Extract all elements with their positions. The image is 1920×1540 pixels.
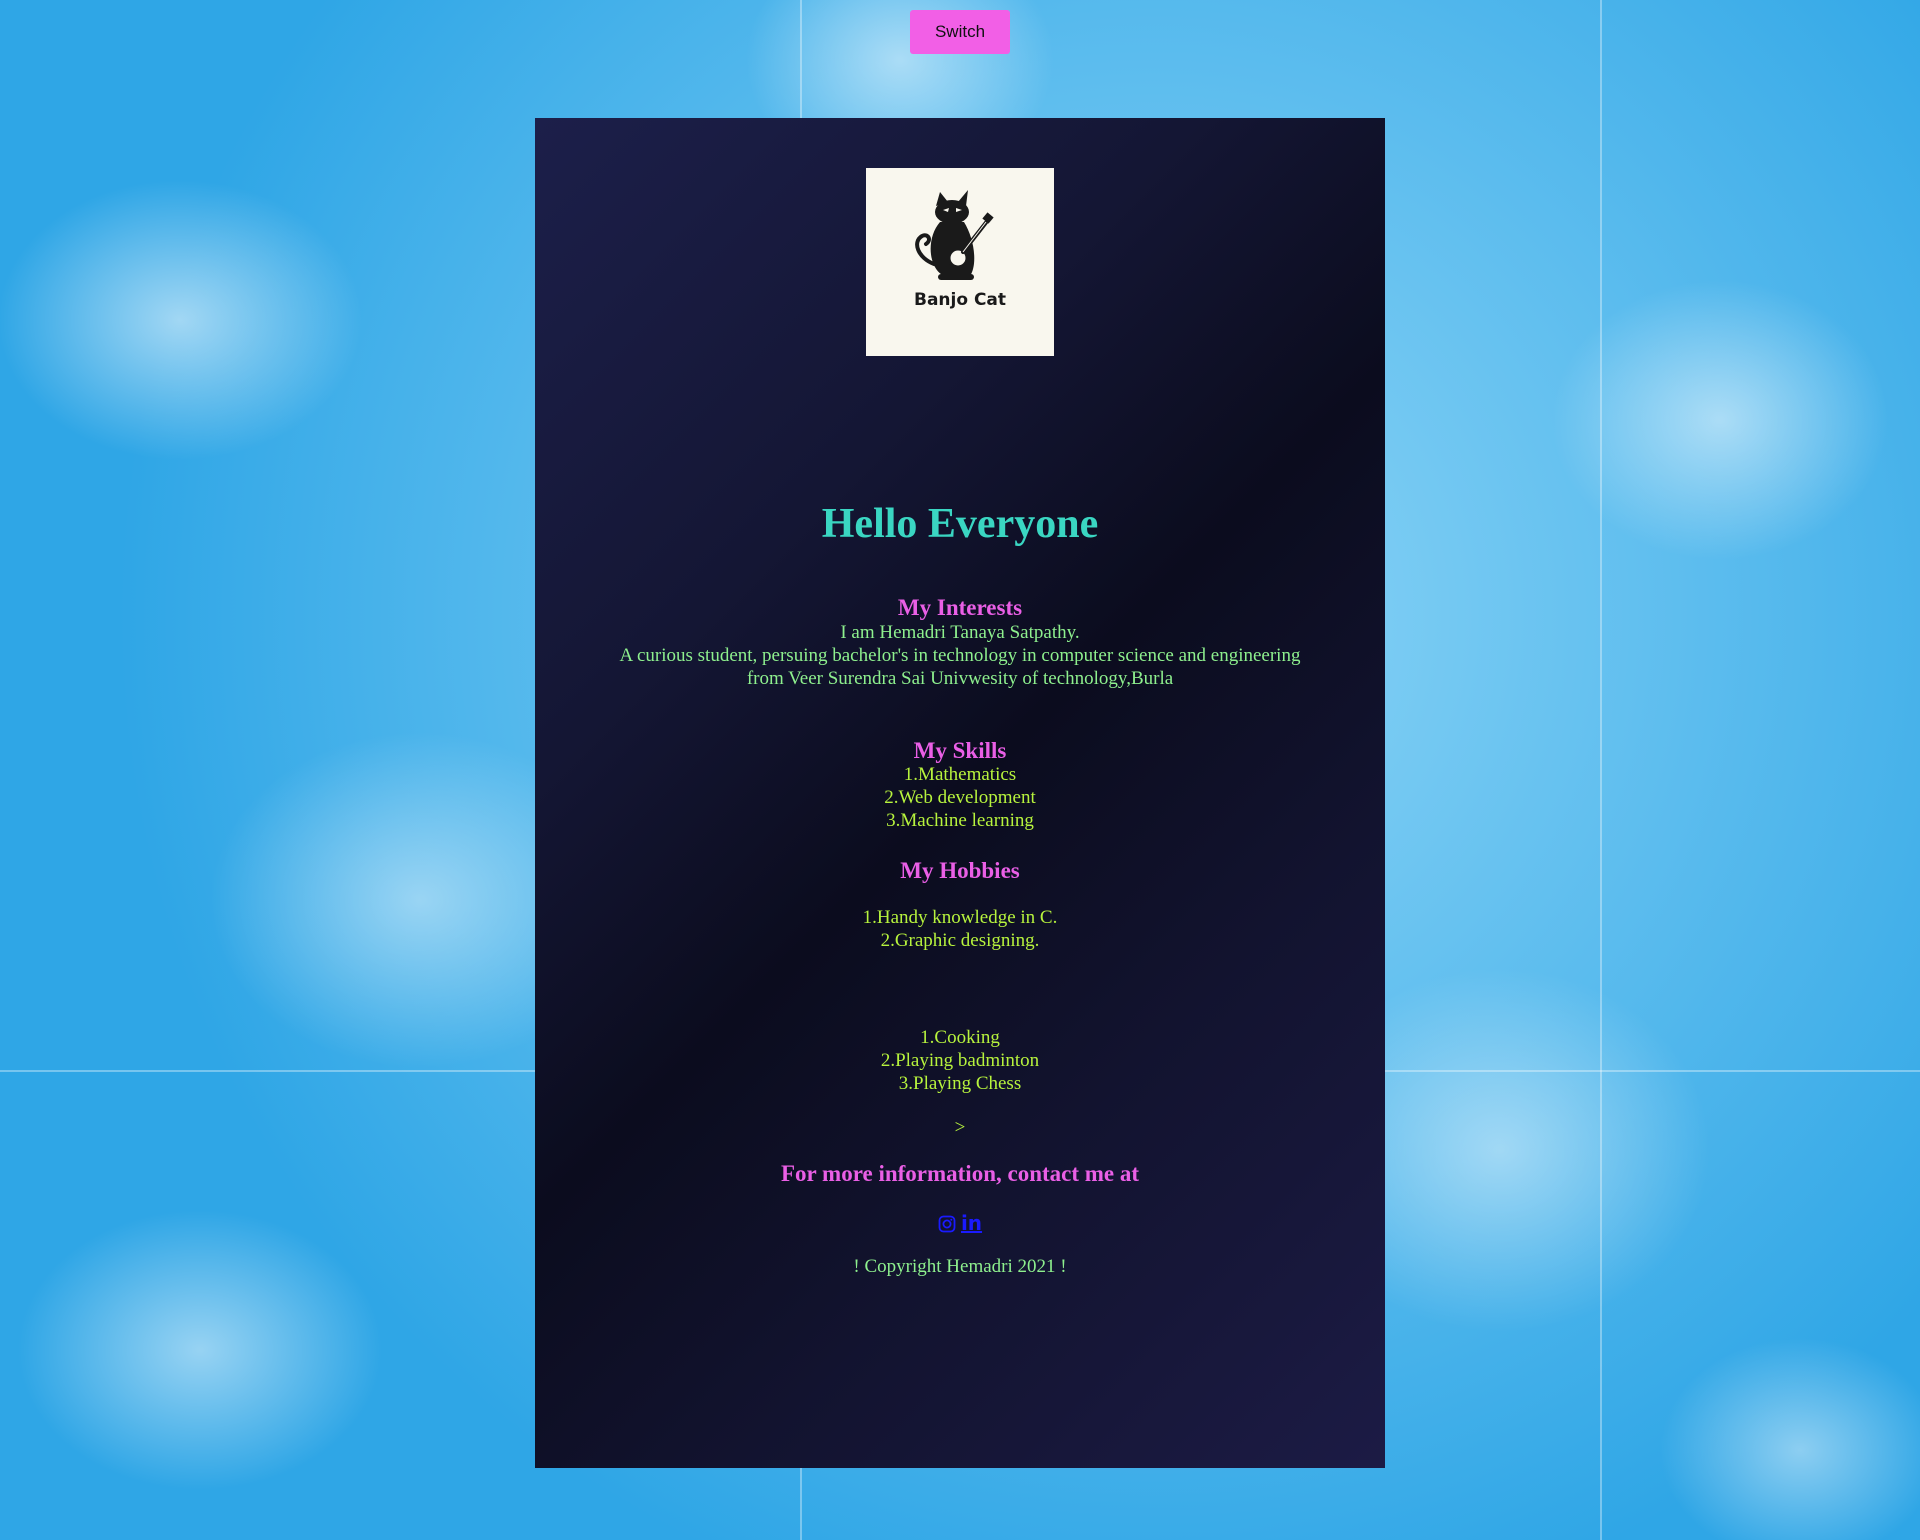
hobbies-heading: My Hobbies: [900, 858, 1020, 883]
list-item: 3.Machine learning: [886, 810, 1034, 831]
list-item: 3.Playing Chess: [898, 1073, 1022, 1094]
profile-card: Banjo Cat Hello Everyone I am Hemadri Ta…: [535, 118, 1385, 1468]
interests-list: 1.Mathematics 2.Web development 3.Machin…: [535, 763, 1385, 832]
stray-text: >: [954, 1117, 966, 1138]
hobbies-list: 1.Cooking 2.Playing badminton 3.Playing …: [535, 1026, 1385, 1095]
intro-line: I am Hemadri Tanaya Satpathy.: [840, 622, 1080, 643]
instagram-link[interactable]: [938, 1211, 956, 1235]
contact-heading: For more information, contact me at: [780, 1161, 1140, 1186]
list-item: 1.Mathematics: [903, 764, 1017, 785]
list-item: 1.Cooking: [920, 1027, 1000, 1048]
switch-button[interactable]: Switch: [910, 10, 1010, 54]
list-item: 2.Playing badminton: [880, 1050, 1040, 1071]
intro-line: A curious student, persuing bachelor's i…: [619, 645, 1301, 666]
skills-list: 1.Handy knowledge in C. 2.Graphic design…: [535, 906, 1385, 952]
linkedin-icon: in: [960, 1211, 983, 1235]
cat-banjo-icon: [915, 190, 994, 280]
list-item: 2.Graphic designing.: [880, 930, 1040, 951]
logo-text: Banjo Cat: [913, 290, 1007, 310]
social-links: in: [535, 1211, 1385, 1236]
linkedin-link[interactable]: in: [961, 1211, 982, 1235]
background-tile-seam: [1600, 0, 1602, 1540]
interests-heading: My Interests: [897, 595, 1023, 620]
intro-text: I am Hemadri Tanaya Satpathy. A curious …: [535, 621, 1385, 690]
list-item: 1.Handy knowledge in C.: [862, 907, 1058, 928]
intro-line: from Veer Surendra Sai Univwesity of tec…: [746, 668, 1174, 689]
skills-heading: My Skills: [913, 738, 1007, 763]
page-title: Hello Everyone: [821, 501, 1099, 547]
list-item: 2.Web development: [884, 787, 1036, 808]
instagram-icon: [938, 1215, 956, 1233]
banjo-cat-logo: Banjo Cat: [866, 168, 1054, 356]
copyright-text: ! Copyright Hemadri 2021 !: [853, 1256, 1067, 1277]
